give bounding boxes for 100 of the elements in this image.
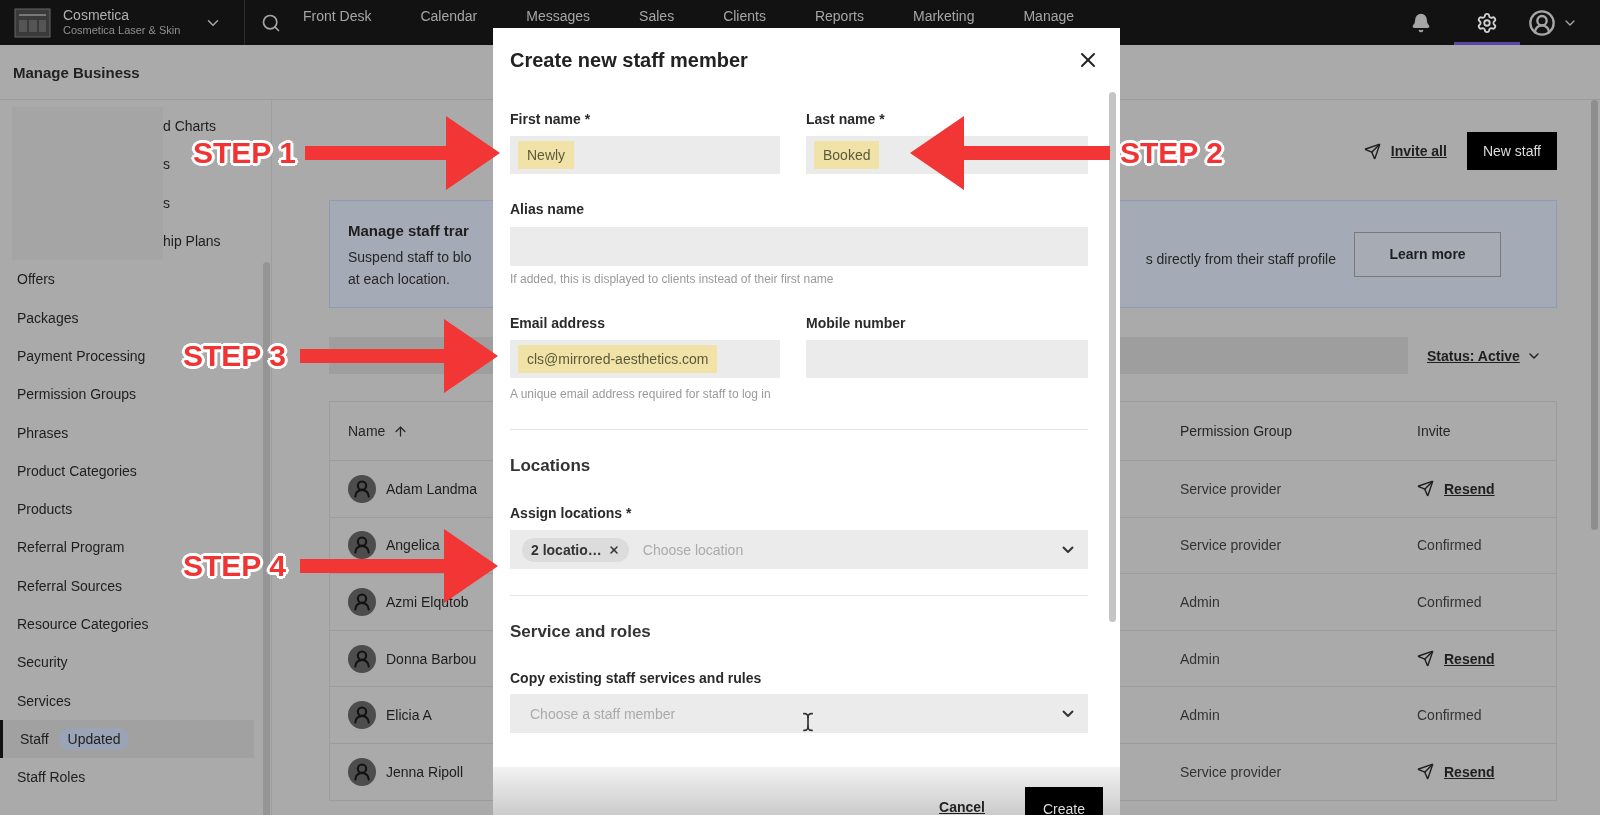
- nav-link[interactable]: Messages: [526, 8, 591, 24]
- field-label: Assign locations *: [510, 504, 633, 522]
- cancel-link[interactable]: Cancel: [939, 799, 985, 815]
- table-cell-text: Confirmed: [1417, 537, 1483, 554]
- business-subtitle: Cosmetica Laser & Skin: [63, 22, 181, 38]
- sidebar-item[interactable]: Staff Updated: [0, 719, 254, 759]
- sidebar-item[interactable]: Resource Categories: [0, 604, 149, 644]
- step-label: STEP 3: [183, 338, 286, 374]
- scrollbar[interactable]: [1591, 100, 1598, 530]
- table-cell-text: Admin: [1180, 707, 1221, 724]
- resend-link[interactable]: Resend: [1417, 763, 1495, 781]
- learn-more-button[interactable]: Learn more: [1354, 231, 1501, 277]
- dialog-title: Create new staff member: [510, 48, 748, 72]
- sidebar-item[interactable]: Staff Roles: [0, 758, 86, 797]
- location-select[interactable]: 2 locatio… Choose location: [510, 530, 1088, 569]
- field-label: Last name *: [806, 110, 886, 128]
- table-cell-text: Admin: [1180, 594, 1221, 610]
- field-label: Copy existing staff services and rules: [510, 669, 763, 687]
- send-icon: [1363, 142, 1381, 160]
- staff-name: Donna Barbou: [386, 650, 477, 667]
- business-name: Cosmetica: [63, 7, 131, 23]
- bell-icon[interactable]: [1411, 12, 1431, 33]
- sidebar-item[interactable]: hip Plans: [163, 221, 221, 261]
- field-label: Mobile number: [806, 314, 907, 332]
- send-icon: [1417, 480, 1434, 498]
- section-heading: Service and roles: [510, 621, 652, 643]
- sidebar-item[interactable]: Security: [0, 643, 68, 682]
- help-text: If added, this is displayed to clients instead of their first name: [510, 272, 835, 286]
- field-label: Alias name: [510, 200, 585, 218]
- sidebar-item[interactable]: Referral Sources: [0, 566, 123, 605]
- search-icon[interactable]: [261, 12, 281, 33]
- table-cell-text: Admin: [1180, 650, 1221, 667]
- field-label: First name *: [510, 110, 592, 128]
- sidebar-item[interactable]: Packages: [0, 298, 79, 337]
- table-cell-text: Service provider: [1180, 537, 1283, 554]
- table-cell-text: Confirmed: [1417, 594, 1483, 610]
- nav-link[interactable]: Manage: [1023, 8, 1075, 24]
- nav-link[interactable]: Reports: [814, 8, 864, 24]
- table-cell-text: Confirmed: [1417, 707, 1483, 724]
- scrollbar[interactable]: [1109, 92, 1116, 622]
- sidebar-item[interactable]: Payment Processing: [0, 336, 146, 376]
- sidebar-item[interactable]: Permission Groups: [0, 375, 137, 414]
- settings-icon[interactable]: [1476, 11, 1498, 34]
- staff-name: Azmi Elqutob: [386, 594, 469, 610]
- avatar-icon: [348, 588, 376, 616]
- banner-text: s directly from their staff profile: [1145, 251, 1336, 267]
- sidebar-item[interactable]: Phrases: [0, 413, 69, 452]
- banner-title: Manage staff trar: [348, 221, 470, 239]
- resend-link[interactable]: Resend: [1417, 480, 1495, 498]
- text-field[interactable]: cls@mirrored-aesthetics.com: [510, 340, 780, 378]
- table-cell-text: Service provider: [1180, 480, 1283, 497]
- column-header[interactable]: Name: [348, 423, 1180, 439]
- staff-name: Jenna Ripoll: [386, 763, 464, 780]
- chevron-down-icon: [1062, 710, 1074, 717]
- staff-name: Adam Landma: [386, 480, 478, 497]
- location-chip[interactable]: 2 locatio…: [522, 537, 629, 562]
- nav-link[interactable]: Sales: [639, 8, 675, 24]
- banner-text: at each location.: [348, 270, 451, 287]
- resend-link[interactable]: Resend: [1417, 650, 1495, 668]
- status-filter[interactable]: Status: Active: [1427, 347, 1542, 364]
- sidebar-item[interactable]: s: [163, 183, 170, 222]
- item-label: Staff: [20, 730, 49, 747]
- avatar-icon[interactable]: [1528, 8, 1556, 37]
- create-button[interactable]: Create: [1025, 787, 1103, 815]
- nav-link[interactable]: Front Desk: [303, 8, 372, 24]
- nav-link[interactable]: Calendar: [420, 8, 478, 24]
- send-icon: [1417, 650, 1434, 668]
- column-header[interactable]: Permission Group: [1180, 423, 1417, 439]
- avatar-icon: [348, 701, 376, 730]
- logo-icon: [14, 7, 51, 38]
- step-label: STEP 2: [1120, 135, 1223, 171]
- invite-all-link[interactable]: Invite all: [1363, 142, 1447, 160]
- sidebar-item[interactable]: Referral Program: [0, 528, 125, 567]
- banner-text: Suspend staff to blo: [348, 248, 472, 265]
- avatar-icon: [348, 757, 376, 786]
- step-label: STEP 4: [183, 548, 286, 584]
- help-text: A unique email address required for staff to log in: [510, 386, 772, 403]
- staff-name: Angelica: [386, 537, 440, 554]
- nav-link[interactable]: Marketing: [912, 8, 975, 24]
- field-label: Email address: [510, 314, 606, 332]
- updated-badge: Updated: [58, 727, 130, 750]
- send-icon: [1417, 763, 1434, 781]
- step-label: STEP 1: [193, 135, 296, 171]
- remove-icon[interactable]: [607, 543, 620, 556]
- column-header[interactable]: Invite: [1417, 423, 1556, 439]
- avatar-icon: [348, 644, 376, 673]
- section-heading: Locations: [510, 455, 592, 477]
- nav-link[interactable]: Clients: [723, 8, 766, 24]
- avatar-icon: [348, 474, 376, 503]
- new-staff-button[interactable]: New staff: [1466, 132, 1557, 170]
- text-field[interactable]: Newly: [510, 136, 780, 174]
- staff-name: Elicia A: [386, 707, 432, 724]
- sidebar-item[interactable]: s: [163, 145, 170, 184]
- sidebar-item[interactable]: Product Categories: [0, 451, 137, 490]
- chevron-down-icon: [1062, 546, 1074, 553]
- sidebar-item[interactable]: Services: [0, 681, 71, 720]
- sidebar-item[interactable]: Offers: [0, 260, 55, 299]
- avatar-icon: [348, 531, 376, 560]
- sidebar-item[interactable]: Products: [0, 489, 73, 529]
- table-cell-text: Service provider: [1180, 763, 1283, 780]
